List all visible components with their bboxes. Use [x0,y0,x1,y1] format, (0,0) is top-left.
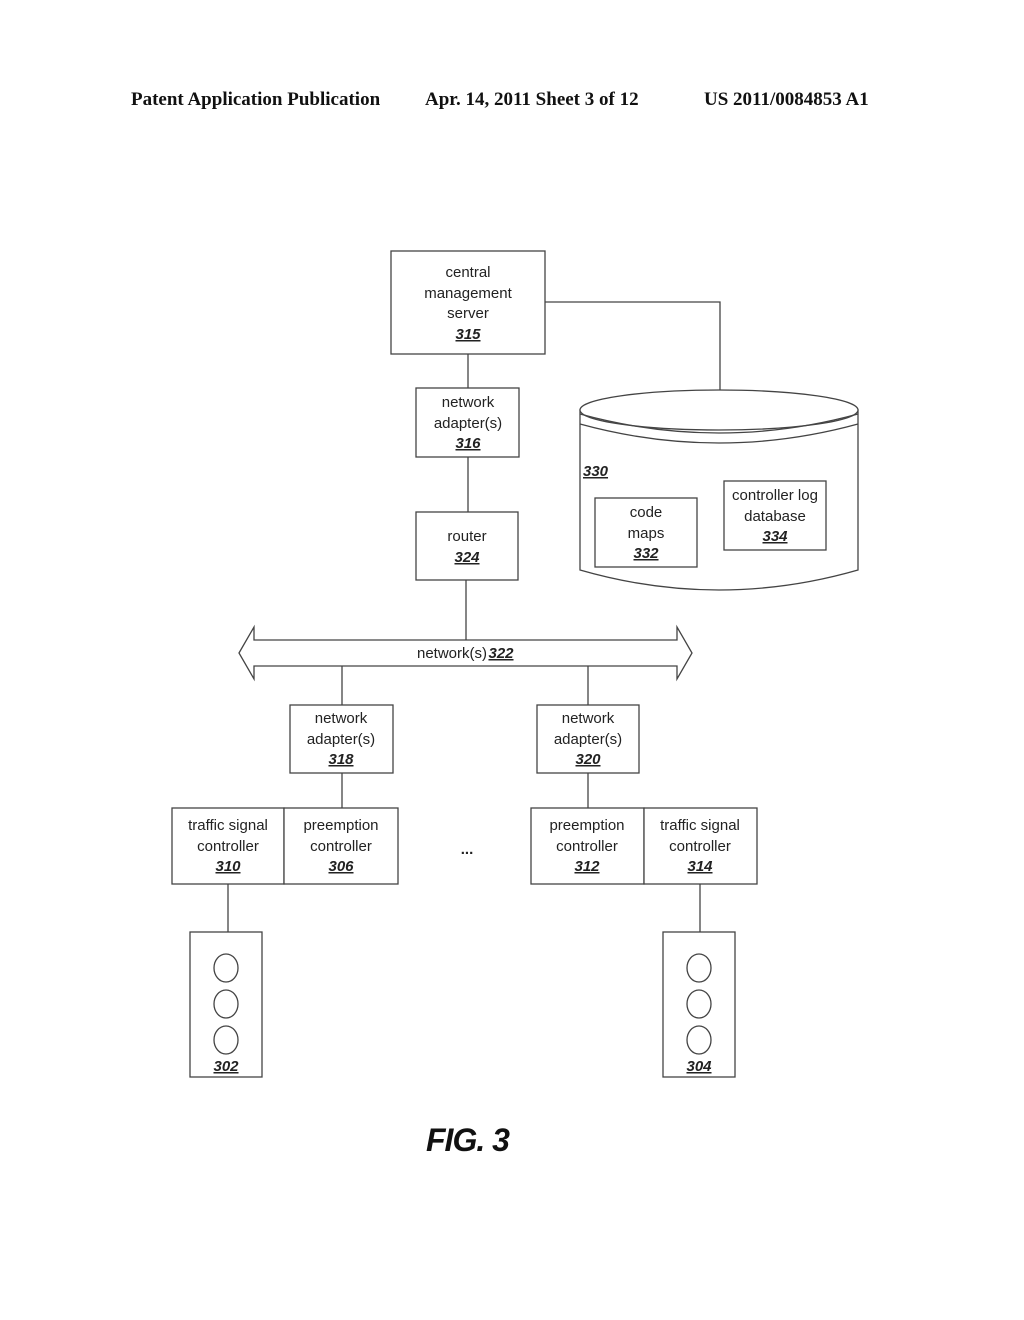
signal302-light-3-icon [213,1025,239,1055]
router-box [415,511,519,581]
controller-log-label-2: database [744,508,806,525]
adapter318-label-2: adapter(s) [307,731,375,748]
signal302-light-2-icon [213,989,239,1019]
adapter316-label-1: network [442,394,495,411]
code-maps-label-1: code [630,504,663,521]
signal304-ref: 304 [686,1058,712,1075]
signal304-light-3-icon [686,1025,712,1055]
tsc314-label-1: traffic signal [660,817,740,834]
database-330: 330 code maps 332 controller log databas… [579,389,859,591]
server-label-1: central [445,264,490,281]
adapter320-label-1: network [562,710,615,727]
router-ref: 324 [454,549,480,566]
signal304-light-2-icon [686,989,712,1019]
signal302-ref: 302 [213,1058,239,1075]
adapter320-label-2: adapter(s) [554,731,622,748]
controller-log-ref: 334 [762,528,788,545]
pc312-label-1: preemption [549,817,624,834]
connector-server-database [545,301,721,393]
code-maps-ref: 332 [633,545,659,562]
server-ref: 315 [455,326,481,343]
pc312-ref: 312 [574,858,600,875]
network-adapter-320: network adapter(s) 320 [536,704,640,774]
router-label: router [447,528,486,545]
tsc314-ref: 314 [687,858,713,875]
tsc310-label-1: traffic signal [188,817,268,834]
adapter320-ref: 320 [575,751,601,768]
traffic-signal-302: 302 [189,931,263,1078]
server-label-2: management [424,285,512,302]
right-controllers: preemption controller 312 traffic signal… [530,807,758,885]
router-324: router 324 [415,511,519,581]
tsc310-label-2: controller [197,838,259,855]
code-maps-label-2: maps [628,525,665,542]
tsc310-ref: 310 [215,858,241,875]
pc312-label-2: controller [556,838,618,855]
pc306-label-2: controller [310,838,372,855]
signal302-light-1-icon [213,953,239,983]
network-adapter-316: network adapter(s) 316 [415,387,520,458]
controller-log-label-1: controller log [732,487,818,504]
server-label-3: server [447,305,489,322]
adapter316-label-2: adapter(s) [434,415,502,432]
signal304-light-1-icon [686,953,712,983]
pc306-label-1: preemption [303,817,378,834]
pc306-ref: 306 [328,858,354,875]
figure-label: FIG. 3 [426,1122,510,1158]
adapter318-label-1: network [315,710,368,727]
database-ref: 330 [583,463,609,480]
traffic-signal-304: 304 [662,931,736,1078]
ellipsis: ... [461,841,474,858]
central-management-server: central management server 315 [390,250,546,355]
adapter318-ref: 318 [328,751,354,768]
network-diagram: central management server 315 network ad… [171,250,859,1078]
network-adapter-318: network adapter(s) 318 [289,704,394,774]
adapter316-ref: 316 [455,435,481,452]
left-controllers: traffic signal controller 310 preemption… [171,807,399,885]
network-ref: 322 [488,645,514,662]
network-label: network(s) [417,645,487,662]
tsc314-label-2: controller [669,838,731,855]
